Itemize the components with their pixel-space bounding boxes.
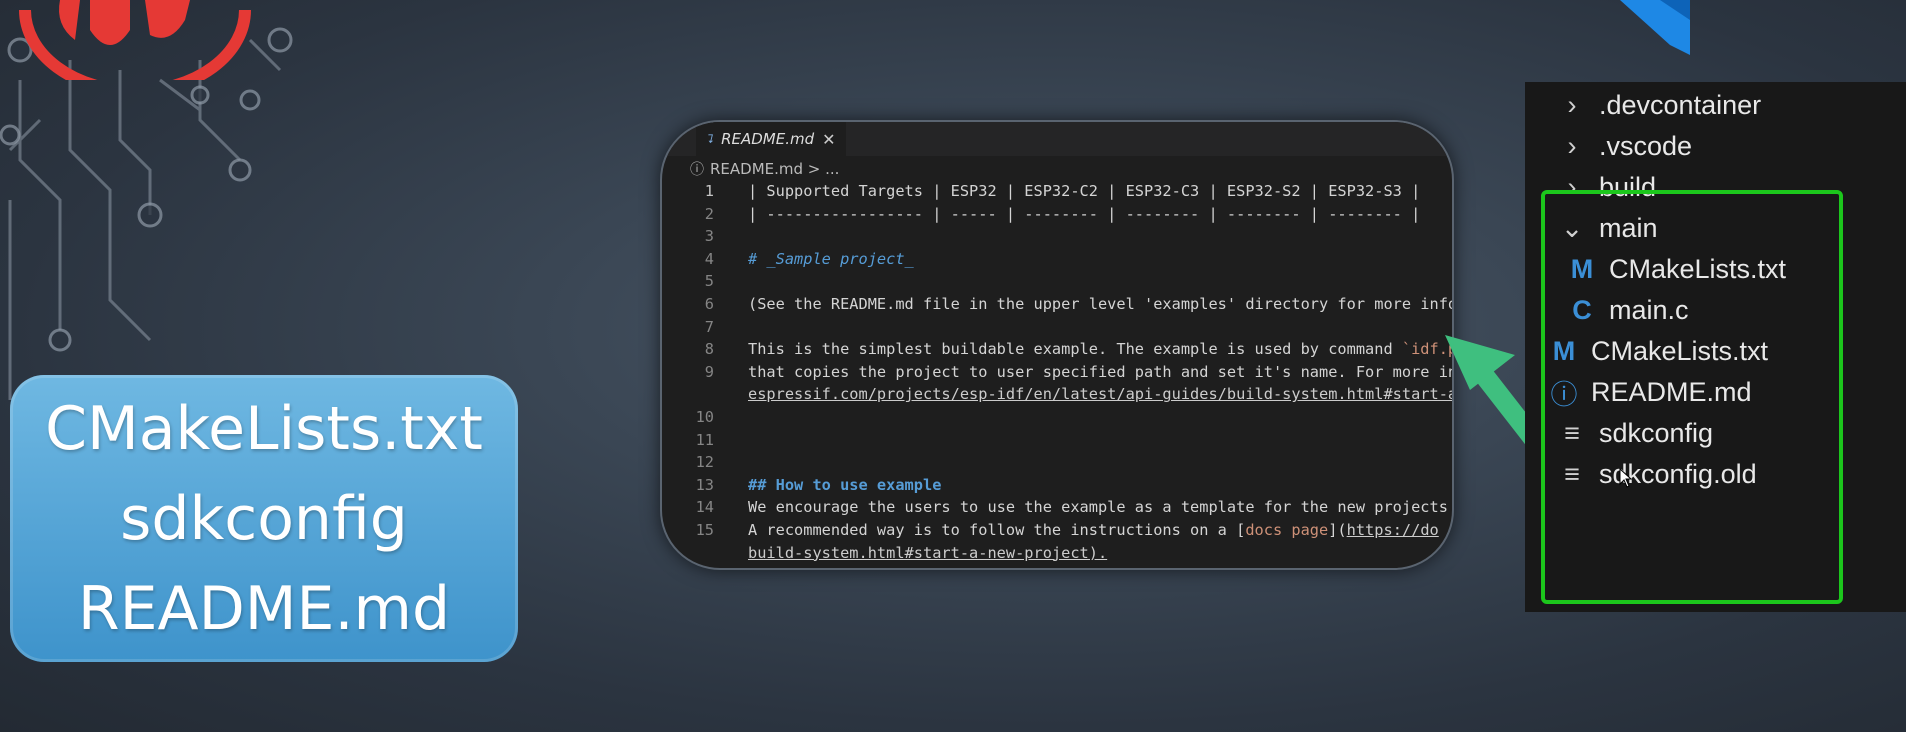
code-line[interactable]: 11 [662,431,1452,454]
line-number: 5 [704,272,714,291]
line-number: 7 [704,317,714,336]
chevron-right-icon: › [1567,130,1577,161]
line-text: We encourage the users to use the exampl… [748,498,1448,517]
explorer-item--devcontainer[interactable]: › .devcontainer [1555,82,1762,128]
card-line-readme: README.md [77,573,451,644]
explorer-item-label: .vscode [1599,130,1693,161]
breadcrumb[interactable]: ⓘ README.md > ... [662,156,1452,182]
line-number: 3 [704,227,714,246]
line-text: | ----------------- | ----- | -------- |… [748,204,1421,223]
code-line[interactable]: 14 We encourage the users to use the exam… [662,498,1452,521]
file-names-card: CMakeLists.txt sdkconfig README.md [10,375,518,662]
code-line[interactable]: espressif.com/projects/esp-idf/en/latest… [662,385,1452,408]
readme-editor: ⮧ README.md ✕ ⓘ README.md > ... 1 | Suppo… [660,120,1454,570]
markdown-tab-icon: ⮧ [706,131,714,146]
code-line[interactable]: 4 # _Sample project_ [662,250,1452,273]
code-line[interactable]: 15 A recommended way is to follow the ins… [662,521,1452,544]
line-number: 4 [704,249,714,268]
explorer-item--vscode[interactable]: › .vscode [1555,123,1693,169]
code-line[interactable]: 7 [662,318,1452,341]
code-line[interactable]: 9 that copies the project to user specifi… [662,363,1452,386]
line-text: espressif.com/projects/esp-idf/en/latest… [748,385,1454,404]
card-line-sdkconfig: sdkconfig [120,483,408,554]
line-number: 11 [695,430,714,449]
line-number: 6 [704,294,714,313]
line-text: that copies the project to user specifie… [748,362,1454,381]
code-line[interactable]: 2 | ----------------- | ----- | -------- … [662,205,1452,228]
line-number [662,385,748,408]
line-text: | Supported Targets | ESP32 | ESP32-C2 |… [748,182,1421,200]
line-number [662,544,748,567]
info-icon: ⓘ [690,162,704,178]
line-number: 10 [695,407,714,426]
line-text: (See the README.md file in the upper lev… [748,294,1454,313]
tab-label: README.md [721,130,815,148]
line-number: 1 [704,182,714,200]
line-number: 15 [695,520,714,539]
close-icon[interactable]: ✕ [822,130,835,149]
code-line[interactable]: 12 [662,453,1452,476]
highlight-box [1541,190,1843,604]
code-line[interactable]: build-system.html#start-a-new-project). [662,544,1452,567]
card-line-cmakelists: CMakeLists.txt [45,393,483,464]
vscode-logo [1620,0,1690,55]
code-line[interactable]: 13 ## How to use example [662,476,1452,499]
line-number: 8 [704,340,714,359]
chevron-right-icon: › [1567,89,1577,120]
line-number: 13 [695,475,714,494]
line-text: ## How to use example [748,475,942,494]
line-number: 9 [704,362,714,381]
code-area[interactable]: 1 | Supported Targets | ESP32 | ESP32-C2 … [662,182,1452,566]
editor-tab-bar: ⮧ README.md ✕ [662,122,1452,156]
line-text: A recommended way is to follow the instr… [748,520,1439,539]
breadcrumb-text: README.md > ... [710,160,840,178]
code-line[interactable]: 3 [662,227,1452,250]
code-line[interactable]: 6 (See the README.md file in the upper le… [662,295,1452,318]
code-line[interactable]: 10 [662,408,1452,431]
explorer-item-label: .devcontainer [1599,89,1762,120]
code-line[interactable]: 1 | Supported Targets | ESP32 | ESP32-C2 … [662,182,1452,205]
line-text: # _Sample project_ [748,249,914,268]
line-text: This is the simplest buildable example. … [748,340,1454,359]
line-number: 12 [695,453,714,472]
line-number: 14 [695,498,714,517]
code-line[interactable]: 5 [662,272,1452,295]
espressif-logo [19,0,251,80]
mouse-cursor-icon [1619,468,1633,488]
code-line[interactable]: 8 This is the simplest buildable example.… [662,340,1452,363]
line-text: build-system.html#start-a-new-project). [748,543,1108,562]
line-number: 2 [704,204,714,223]
tab-readme[interactable]: ⮧ README.md ✕ [696,122,846,156]
